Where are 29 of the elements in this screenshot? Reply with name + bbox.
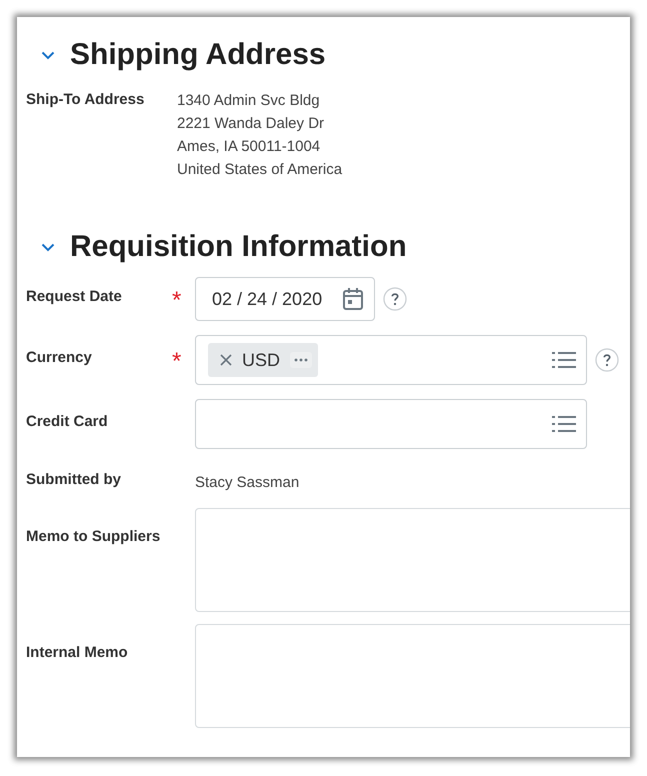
field-value: 1340 Admin Svc Bldg [177, 91, 321, 111]
field-value: 2221 Wanda Daley Dr [177, 114, 326, 134]
field-label: Memo to Suppliers [26, 527, 162, 545]
remove-icon[interactable] [220, 354, 232, 366]
section-title: Requisition Information [70, 230, 407, 264]
select-field[interactable] [195, 399, 587, 449]
selected-token: USD [208, 343, 318, 377]
field-value: Ames, IA 50011-1004 [177, 137, 322, 157]
select-field[interactable]: USD [195, 335, 587, 385]
help-icon[interactable] [383, 287, 407, 311]
help-icon[interactable] [595, 348, 619, 372]
list-icon[interactable] [552, 351, 576, 369]
field-value: United States of America [177, 160, 342, 180]
required-mark: * [172, 347, 182, 374]
field-label: Credit Card [26, 412, 109, 432]
date-field[interactable]: 02 / 24 / 2020 [195, 277, 375, 321]
section-title: Shipping Address [70, 38, 326, 72]
required-mark: * [172, 286, 182, 313]
field-value: Stacy Sassman [195, 473, 300, 493]
chevron-icon[interactable] [41, 50, 55, 60]
chevron-icon[interactable] [41, 242, 55, 252]
field-label: Submitted by [26, 470, 122, 488]
field-label: Request Date [26, 288, 123, 306]
field-label: Currency [26, 348, 93, 368]
calendar-icon[interactable] [342, 287, 364, 311]
list-icon[interactable] [552, 415, 576, 433]
field-label: Ship-To Address [26, 90, 146, 108]
field-label: Internal Memo [26, 643, 129, 661]
more-icon[interactable] [290, 352, 312, 368]
